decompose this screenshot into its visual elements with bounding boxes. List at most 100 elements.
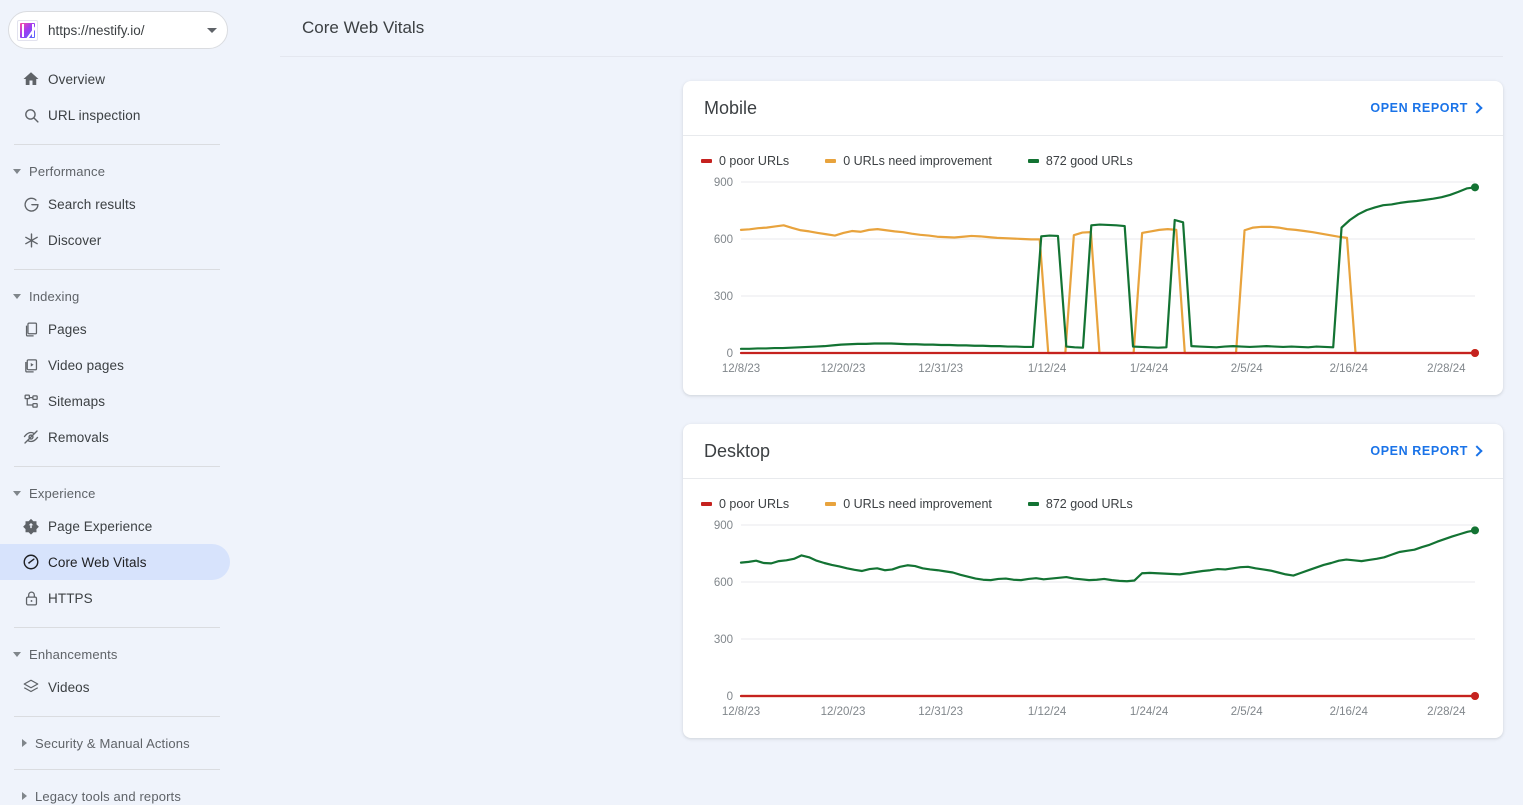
- legend-item-needs-improvement[interactable]: 0 URLs need improvement: [825, 497, 992, 511]
- google-g-icon: [14, 196, 48, 213]
- sidebar-group-indexing[interactable]: Indexing: [0, 281, 280, 311]
- search-console-app: https://nestify.io/ Overview URL inspect…: [0, 0, 1523, 805]
- x-axis-tick-label: 12/20/23: [821, 363, 866, 375]
- mobile-chart[interactable]: 0 300 600 900 12/8/23 12/20/23 12/31/23 1/12/24…: [683, 168, 1503, 395]
- sidebar-item-https[interactable]: HTTPS: [0, 580, 230, 616]
- sidebar-group-label: Indexing: [29, 288, 80, 304]
- sidebar-item-core-web-vitals[interactable]: Core Web Vitals: [0, 544, 230, 580]
- chevron-down-icon: [13, 293, 21, 299]
- sidebar-item-label: Page Experience: [48, 518, 153, 534]
- legend-swatch-poor: [701, 159, 712, 163]
- desktop-chart-svg[interactable]: 0 300 600 900 12/8/23 12/20/23 12/31/23 1/12/24…: [701, 517, 1485, 722]
- sidebar-item-video-pages[interactable]: Video pages: [0, 347, 230, 383]
- chevron-right-icon: [22, 792, 27, 800]
- x-axis-tick-label: 12/8/23: [722, 363, 760, 375]
- sidebar-group-label: Legacy tools and reports: [35, 788, 181, 804]
- mobile-card-title: Mobile: [704, 97, 758, 118]
- sidebar-item-label: Pages: [48, 321, 87, 337]
- sidebar-item-page-experience[interactable]: Page Experience: [0, 508, 230, 544]
- x-axis-tick-label: 12/20/23: [821, 706, 866, 718]
- legend-swatch-good: [1027, 159, 1039, 163]
- series-end-marker: [1471, 183, 1479, 192]
- legend-swatch-good: [1027, 502, 1039, 506]
- legend-item-good[interactable]: 872 good URLs: [1027, 154, 1133, 168]
- sidebar-item-label: Core Web Vitals: [48, 554, 147, 570]
- desktop-card: Desktop OPEN REPORT 0 poor URLs 0 URLs n…: [683, 424, 1503, 738]
- y-axis-tick-label: 900: [714, 520, 733, 532]
- legend-label-poor: 0 poor URLs: [719, 154, 790, 168]
- legend-label-poor: 0 poor URLs: [719, 497, 790, 511]
- sidebar-item-videos[interactable]: Videos: [0, 669, 230, 705]
- sidebar-divider: [14, 269, 220, 270]
- legend-label-needs-improvement: 0 URLs need improvement: [843, 154, 992, 168]
- series-line: [739, 224, 1477, 355]
- desktop-card-title: Desktop: [704, 440, 771, 461]
- legend-item-good[interactable]: 872 good URLs: [1027, 497, 1133, 511]
- sidebar-item-pages[interactable]: Pages: [0, 311, 230, 347]
- sidebar-item-overview[interactable]: Overview: [0, 61, 230, 97]
- sidebar-divider: [14, 144, 220, 145]
- page-experience-icon: [14, 517, 48, 535]
- x-axis-tick-label: 1/24/24: [1130, 363, 1169, 375]
- x-axis-tick-label: 2/16/24: [1330, 363, 1369, 375]
- sidebar-item-removals[interactable]: Removals: [0, 419, 230, 455]
- x-axis-tick-label: 12/8/23: [722, 706, 760, 718]
- mobile-card: Mobile OPEN REPORT 0 poor URLs 0 URLs ne…: [683, 81, 1503, 395]
- page-title: Core Web Vitals: [302, 18, 425, 37]
- chevron-right-icon: [1471, 101, 1483, 114]
- sidebar-item-label: Videos: [48, 679, 90, 695]
- property-selector[interactable]: https://nestify.io/: [8, 11, 228, 49]
- x-axis-tick-label: 12/31/23: [918, 363, 963, 375]
- x-axis-tick-label: 2/28/24: [1427, 706, 1466, 718]
- core-web-vitals-gauge-icon: [14, 553, 48, 571]
- desktop-chart[interactable]: 0 300 600 900 12/8/23 12/20/23 12/31/23 1/12/24…: [683, 511, 1503, 738]
- sidebar-item-url-inspection[interactable]: URL inspection: [0, 97, 230, 133]
- legend-item-poor[interactable]: 0 poor URLs: [701, 497, 789, 511]
- sidebar-group-label: Experience: [29, 485, 96, 501]
- lock-icon: [14, 590, 48, 607]
- sidebar-item-label: URL inspection: [48, 107, 141, 123]
- legend-item-needs-improvement[interactable]: 0 URLs need improvement: [825, 154, 992, 168]
- sidebar-group-experience[interactable]: Experience: [0, 478, 280, 508]
- legend-item-poor[interactable]: 0 poor URLs: [701, 154, 789, 168]
- sidebar-item-label: Removals: [48, 429, 109, 445]
- sidebar-divider: [14, 466, 220, 467]
- sidebar-nav: Overview URL inspection Performance Sear…: [0, 61, 280, 805]
- mobile-open-report-link[interactable]: OPEN REPORT: [1370, 101, 1483, 115]
- search-icon: [14, 107, 48, 124]
- sidebar-group-label: Security & Manual Actions: [35, 735, 190, 751]
- x-axis-tick-label: 2/5/24: [1231, 363, 1264, 375]
- series-end-marker: [1471, 692, 1479, 700]
- chevron-right-icon: [1471, 444, 1483, 457]
- mobile-card-header: Mobile OPEN REPORT: [683, 81, 1503, 136]
- chevron-down-icon: [13, 651, 21, 657]
- series-end-marker: [1471, 349, 1479, 357]
- property-url: https://nestify.io/: [48, 22, 145, 38]
- legend-swatch-needs-improvement: [825, 159, 837, 163]
- sidebar-item-discover[interactable]: Discover: [0, 222, 230, 258]
- sidebar-group-enhancements[interactable]: Enhancements: [0, 639, 280, 669]
- y-axis-tick-label: 300: [714, 291, 733, 303]
- sidebar-group-label: Enhancements: [29, 646, 118, 662]
- legend-label-good: 872 good URLs: [1045, 497, 1133, 511]
- caret-down-icon[interactable]: [207, 27, 217, 33]
- desktop-card-header: Desktop OPEN REPORT: [683, 424, 1503, 479]
- open-report-label: OPEN REPORT: [1370, 101, 1468, 115]
- sidebar-item-label: Overview: [48, 71, 106, 87]
- sidebar-group-legacy-tools[interactable]: Legacy tools and reports: [0, 781, 280, 805]
- sidebar-item-sitemaps[interactable]: Sitemaps: [0, 383, 230, 419]
- desktop-open-report-link[interactable]: OPEN REPORT: [1370, 444, 1483, 458]
- x-axis-tick-label: 1/12/24: [1028, 706, 1067, 718]
- sidebar-group-label: Performance: [29, 163, 106, 179]
- y-axis-tick-label: 0: [727, 691, 733, 703]
- sidebar-item-search-results[interactable]: Search results: [0, 186, 230, 222]
- sidebar-item-label: Video pages: [48, 357, 124, 373]
- sidebar-group-security-manual-actions[interactable]: Security & Manual Actions: [0, 728, 280, 758]
- mobile-chart-svg[interactable]: 0 300 600 900 12/8/23 12/20/23 12/31/23 1/12/24…: [701, 174, 1485, 379]
- removals-eye-off-icon: [14, 428, 48, 446]
- sidebar-item-label: Search results: [48, 196, 136, 212]
- x-axis-tick-label: 2/5/24: [1231, 706, 1264, 718]
- video-pages-icon: [14, 357, 48, 374]
- legend-swatch-needs-improvement: [825, 502, 837, 506]
- sidebar-group-performance[interactable]: Performance: [0, 156, 280, 186]
